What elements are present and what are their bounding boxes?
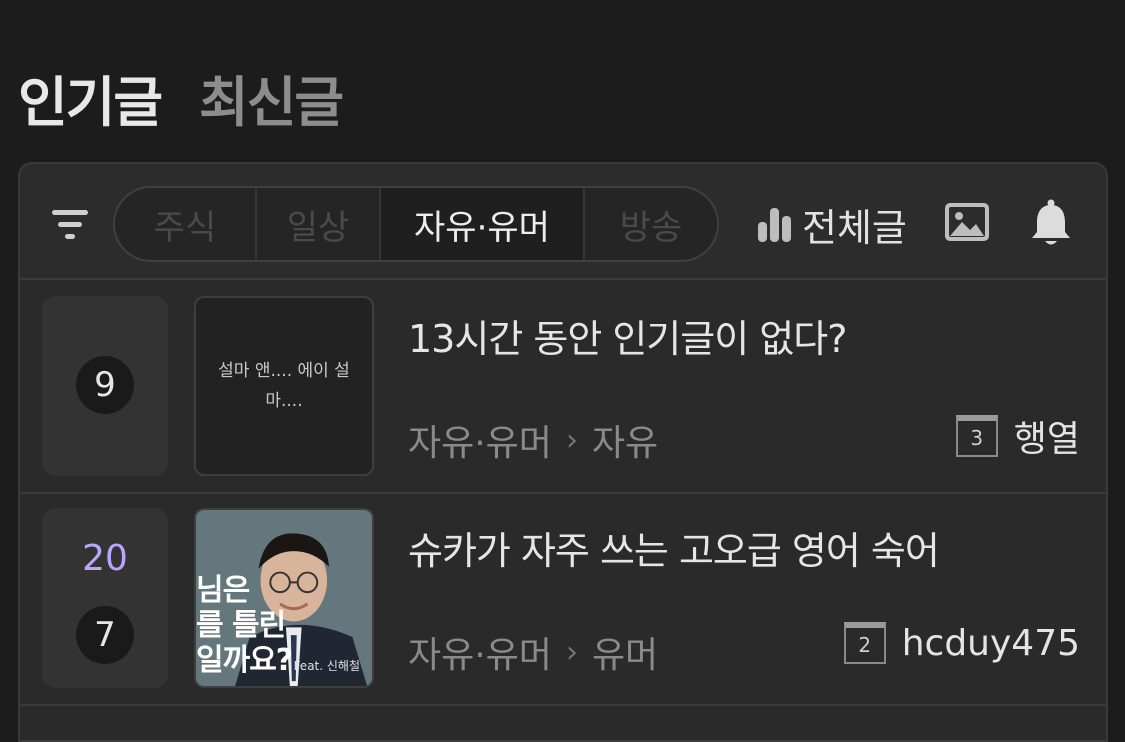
segment-daily[interactable]: 일상: [257, 188, 381, 260]
segment-free-humor[interactable]: 자유·유머: [381, 188, 585, 260]
rank-badge: 7: [76, 606, 134, 664]
list-item[interactable]: 20 7 님은 를 틀린 일까요? Feat. 신해철 슈카가 자주 쓰는 고오…: [20, 494, 1106, 706]
author-info[interactable]: 2 hcduy475: [843, 622, 1080, 664]
filter-icon[interactable]: [48, 204, 92, 244]
toolbar: 주식 일상 자유·유머 방송 전체글: [20, 164, 1106, 280]
overlay-line: 를 틀린: [196, 608, 286, 643]
author-name: 행열: [1013, 419, 1080, 460]
level-badge: 3: [955, 415, 998, 457]
tab-popular[interactable]: 인기글: [18, 58, 163, 137]
image-icon[interactable]: [944, 202, 990, 242]
list-item[interactable]: 9 설마 앤.... 에이 설마.... 13시간 동안 인기글이 없다? 자유…: [20, 282, 1106, 494]
overlay-line: 일까요?: [196, 643, 293, 678]
all-posts-label: 전체글: [802, 205, 907, 250]
chevron-right-icon: ›: [565, 634, 578, 670]
subcategory-label[interactable]: 자유: [592, 414, 658, 466]
bell-icon[interactable]: [1028, 198, 1074, 248]
tab-latest[interactable]: 최신글: [199, 58, 344, 137]
category-label[interactable]: 자유·유머: [408, 414, 552, 466]
category-label[interactable]: 자유·유머: [408, 626, 552, 678]
rank-box: 9: [42, 296, 168, 476]
post-thumbnail[interactable]: 설마 앤.... 에이 설마....: [194, 296, 374, 476]
rank-box: 20 7: [42, 508, 168, 688]
all-posts-button[interactable]: 전체글: [756, 196, 907, 252]
breadcrumb: 자유·유머 › 유머: [408, 626, 658, 678]
breadcrumb: 자유·유머 › 자유: [408, 414, 658, 466]
level-badge: 2: [843, 622, 886, 664]
thumbnail-text: 설마 앤.... 에이 설마....: [218, 361, 350, 411]
segment-broadcast[interactable]: 방송: [585, 188, 717, 260]
top-tabs: 인기글 최신글: [18, 58, 344, 137]
chevron-right-icon: ›: [565, 422, 578, 458]
post-list-panel: 주식 일상 자유·유머 방송 전체글 9 설마 앤.... 에이 설마.... …: [18, 162, 1108, 742]
bar-chart-icon: [758, 208, 791, 242]
rank-badge: 9: [76, 356, 134, 414]
rank-change: 20: [82, 538, 128, 579]
post-title[interactable]: 슈카가 자주 쓰는 고오급 영어 숙어: [408, 520, 940, 575]
thumbnail-feat-text: Feat. 신해철: [293, 659, 360, 673]
thumbnail-overlay-text: 님은 를 틀린 일까요?: [196, 573, 293, 678]
author-name: hcduy475: [901, 622, 1080, 664]
post-thumbnail[interactable]: 님은 를 틀린 일까요? Feat. 신해철: [194, 508, 374, 688]
subcategory-label[interactable]: 유머: [592, 626, 658, 678]
post-title[interactable]: 13시간 동안 인기글이 없다?: [408, 308, 847, 363]
category-segmented-control: 주식 일상 자유·유머 방송: [113, 186, 719, 262]
author-info[interactable]: 3 행열: [955, 410, 1080, 462]
segment-stocks[interactable]: 주식: [115, 188, 257, 260]
overlay-line: 님은: [196, 573, 250, 608]
